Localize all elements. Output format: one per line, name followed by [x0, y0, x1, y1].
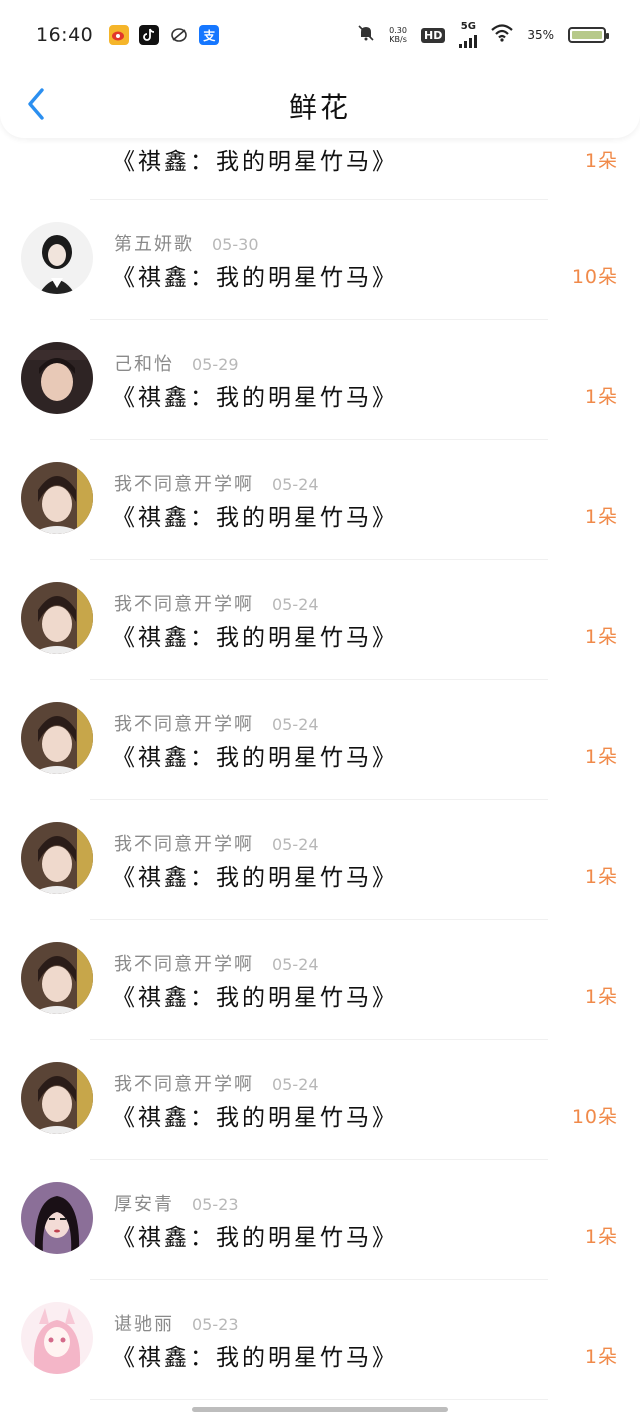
work-title: 《祺鑫：我的明星竹马》: [112, 865, 398, 891]
flower-count: 1朵: [584, 150, 618, 172]
work-title: 《祺鑫：我的明星竹马》: [112, 385, 398, 411]
weibo-icon: [109, 25, 130, 45]
list-item[interactable]: 我不同意开学啊 05-24 《祺鑫：我的明星竹马》 1朵: [0, 440, 640, 560]
flower-count: 1朵: [584, 986, 618, 1008]
flower-count: 1朵: [584, 1346, 618, 1368]
list-item[interactable]: 我不同意开学啊 05-24 《祺鑫：我的明星竹马》 1朵: [0, 920, 640, 1040]
hd-badge: HD: [420, 27, 446, 43]
list-item[interactable]: 第五妍歌 05-30 《祺鑫：我的明星竹马》 10朵: [0, 200, 640, 320]
work-title: 《祺鑫：我的明星竹马》: [112, 1345, 398, 1371]
list-item[interactable]: 我不同意开学啊 05-24 《祺鑫：我的明星竹马》 1朵: [0, 560, 640, 680]
gift-date: 05-30: [212, 235, 259, 254]
mute-icon: [357, 24, 375, 46]
flower-count: 10朵: [571, 1106, 618, 1128]
avatar[interactable]: [21, 462, 93, 534]
orbit-icon: [169, 25, 189, 45]
page-title: 鲜花: [288, 91, 351, 124]
sender-name[interactable]: 我不同意开学啊: [114, 830, 254, 856]
gift-date: 05-24: [272, 955, 319, 974]
signal-5g-icon: 5G: [459, 22, 478, 48]
wifi-icon: [491, 24, 514, 46]
gift-date: 05-24: [272, 595, 319, 614]
avatar[interactable]: [21, 822, 93, 894]
avatar[interactable]: [21, 582, 93, 654]
flower-count: 1朵: [584, 626, 618, 648]
sender-name[interactable]: 第五妍歌: [114, 230, 194, 256]
sender-name[interactable]: 我不同意开学啊: [114, 590, 254, 616]
list-item[interactable]: 己和怡 05-29 《祺鑫：我的明星竹马》 1朵: [0, 320, 640, 440]
work-title: 《祺鑫：我的明星竹马》: [112, 625, 398, 651]
alipay-icon: 支: [199, 25, 220, 45]
work-title: 《祺鑫：我的明星竹马》: [112, 1105, 398, 1131]
flower-count: 1朵: [584, 746, 618, 768]
status-time: 16:40: [36, 24, 94, 46]
status-bar: 16:40 支 0.30 KB/s HD 5G 35%: [0, 0, 640, 70]
battery-icon: [568, 27, 609, 43]
list-item[interactable]: 厚安青 05-23 《祺鑫：我的明星竹马》 1朵: [0, 1160, 640, 1280]
sender-name[interactable]: 我不同意开学啊: [114, 470, 254, 496]
gift-date: 05-23: [192, 1315, 239, 1334]
work-title: 《祺鑫：我的明星竹马》: [112, 1225, 398, 1251]
sender-name[interactable]: 我不同意开学啊: [114, 710, 254, 736]
work-title: 《祺鑫：我的明星竹马》: [112, 985, 398, 1011]
gift-date: 05-23: [192, 1195, 239, 1214]
avatar[interactable]: [21, 702, 93, 774]
sender-name[interactable]: 谌驰丽: [114, 1310, 174, 1336]
gift-date: 05-24: [272, 1075, 319, 1094]
divider: [90, 1399, 548, 1400]
avatar[interactable]: [21, 942, 93, 1014]
avatar[interactable]: [21, 342, 93, 414]
list-item[interactable]: 我不同意开学啊 05-24 《祺鑫：我的明星竹马》 1朵: [0, 800, 640, 920]
work-title: 《祺鑫：我的明星竹马》: [112, 265, 398, 291]
sender-name[interactable]: 厚安青: [114, 1190, 174, 1216]
avatar[interactable]: [21, 1182, 93, 1254]
avatar[interactable]: [21, 1302, 93, 1374]
avatar[interactable]: [21, 222, 93, 294]
work-title: 《祺鑫：我的明星竹马》: [112, 745, 398, 771]
tiktok-icon: [139, 25, 160, 45]
work-title: 《祺鑫：我的明星竹马》: [112, 149, 398, 175]
sender-name[interactable]: 己和怡: [114, 350, 174, 376]
gift-date: 05-24: [272, 475, 319, 494]
flower-count: 10朵: [571, 266, 618, 288]
sender-name[interactable]: 我不同意开学啊: [114, 1070, 254, 1096]
list-item[interactable]: 我不同意开学啊 05-24 《祺鑫：我的明星竹马》 1朵: [0, 680, 640, 800]
work-title: 《祺鑫：我的明星竹马》: [112, 505, 398, 531]
flower-count: 1朵: [584, 506, 618, 528]
gift-date: 05-24: [272, 835, 319, 854]
flower-count: 1朵: [584, 866, 618, 888]
top-header: 16:40 支 0.30 KB/s HD 5G 35% 鲜花: [0, 0, 640, 138]
netspeed: 0.30 KB/s: [389, 26, 407, 44]
gift-date: 05-29: [192, 355, 239, 374]
list-item[interactable]: 我不同意开学啊 05-24 《祺鑫：我的明星竹马》 10朵: [0, 1040, 640, 1160]
avatar[interactable]: [21, 1062, 93, 1134]
flower-count: 1朵: [584, 1226, 618, 1248]
sender-name[interactable]: 我不同意开学啊: [114, 950, 254, 976]
gift-date: 05-24: [272, 715, 319, 734]
flower-count: 1朵: [584, 386, 618, 408]
home-indicator[interactable]: [192, 1407, 448, 1412]
battery-percent: 35%: [527, 28, 554, 42]
list-item[interactable]: 谌驰丽 05-23 《祺鑫：我的明星竹马》 1朵: [0, 1280, 640, 1400]
